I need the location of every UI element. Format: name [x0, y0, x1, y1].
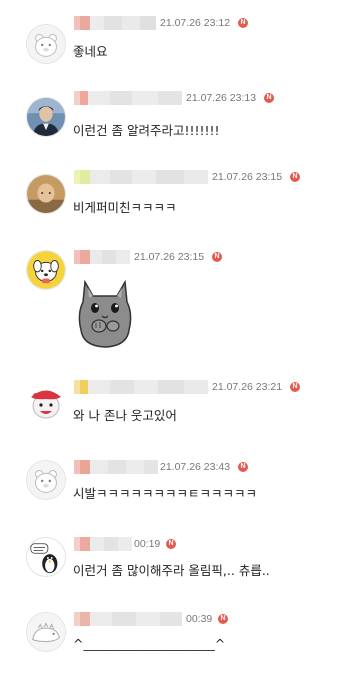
- comment-timestamp: 21.07.26 23:43: [160, 461, 231, 473]
- new-badge: N: [212, 252, 222, 262]
- comment-timestamp: 00:39: [186, 613, 213, 625]
- comment-timestamp: 21.07.26 23:15: [134, 251, 205, 263]
- new-badge: N: [238, 18, 248, 28]
- comment-text: 이런거 좀 많이해주라 올림픽,.. 츄릅..: [73, 563, 270, 578]
- gray-cat-sticker[interactable]: [73, 274, 137, 350]
- avatar[interactable]: [26, 537, 66, 577]
- new-badge: N: [218, 614, 228, 624]
- avatar[interactable]: [26, 612, 66, 652]
- comment-list: 21.07.26 23:12 N 좋네요 21.07.26 23:13 N 이런…: [0, 0, 348, 681]
- new-badge: N: [290, 382, 300, 392]
- comment-text: ^_____________________^: [73, 636, 226, 651]
- profile-photo-icon: [27, 98, 65, 136]
- comment-text: 시발ㅋㅋㅋㅋㅋㅋㅋㅋㅌㅋㅋㅋㅋㅋ: [73, 486, 258, 501]
- comment-text: 좋네요: [73, 44, 108, 59]
- comment-timestamp: 21.07.26 23:21: [212, 381, 283, 393]
- comment-timestamp: 21.07.26 23:12: [160, 17, 231, 29]
- new-badge: N: [166, 539, 176, 549]
- avatar[interactable]: [26, 382, 66, 422]
- comment-timestamp: 21.07.26 23:15: [212, 171, 283, 183]
- new-badge: N: [290, 172, 300, 182]
- red-character-avatar-icon: [26, 382, 66, 422]
- bear-avatar-icon: [27, 25, 65, 63]
- avatar[interactable]: [26, 460, 66, 500]
- comment-timestamp: 21.07.26 23:13: [186, 92, 257, 104]
- avatar[interactable]: [26, 97, 66, 137]
- comment-text: 비게퍼미친ㅋㅋㅋㅋ: [73, 200, 177, 215]
- nickname-blurred[interactable]: [74, 537, 314, 551]
- comment-text: 와 나 존나 웃고있어: [73, 408, 177, 423]
- yellow-dog-avatar-icon: [27, 251, 65, 289]
- gray-cat-sticker-icon: [78, 279, 132, 348]
- penguin-avatar-icon: [27, 538, 65, 576]
- bear-avatar-icon: [27, 461, 65, 499]
- comment-text: 이런건 좀 알려주라고!!!!!!!: [73, 123, 220, 138]
- comment-timestamp: 00:19: [134, 538, 161, 550]
- avatar[interactable]: [26, 250, 66, 290]
- avatar[interactable]: [26, 24, 66, 64]
- new-badge: N: [238, 462, 248, 472]
- dinosaur-avatar-icon: [27, 613, 65, 651]
- profile-photo-icon: [27, 175, 65, 213]
- avatar[interactable]: [26, 174, 66, 214]
- new-badge: N: [264, 93, 274, 103]
